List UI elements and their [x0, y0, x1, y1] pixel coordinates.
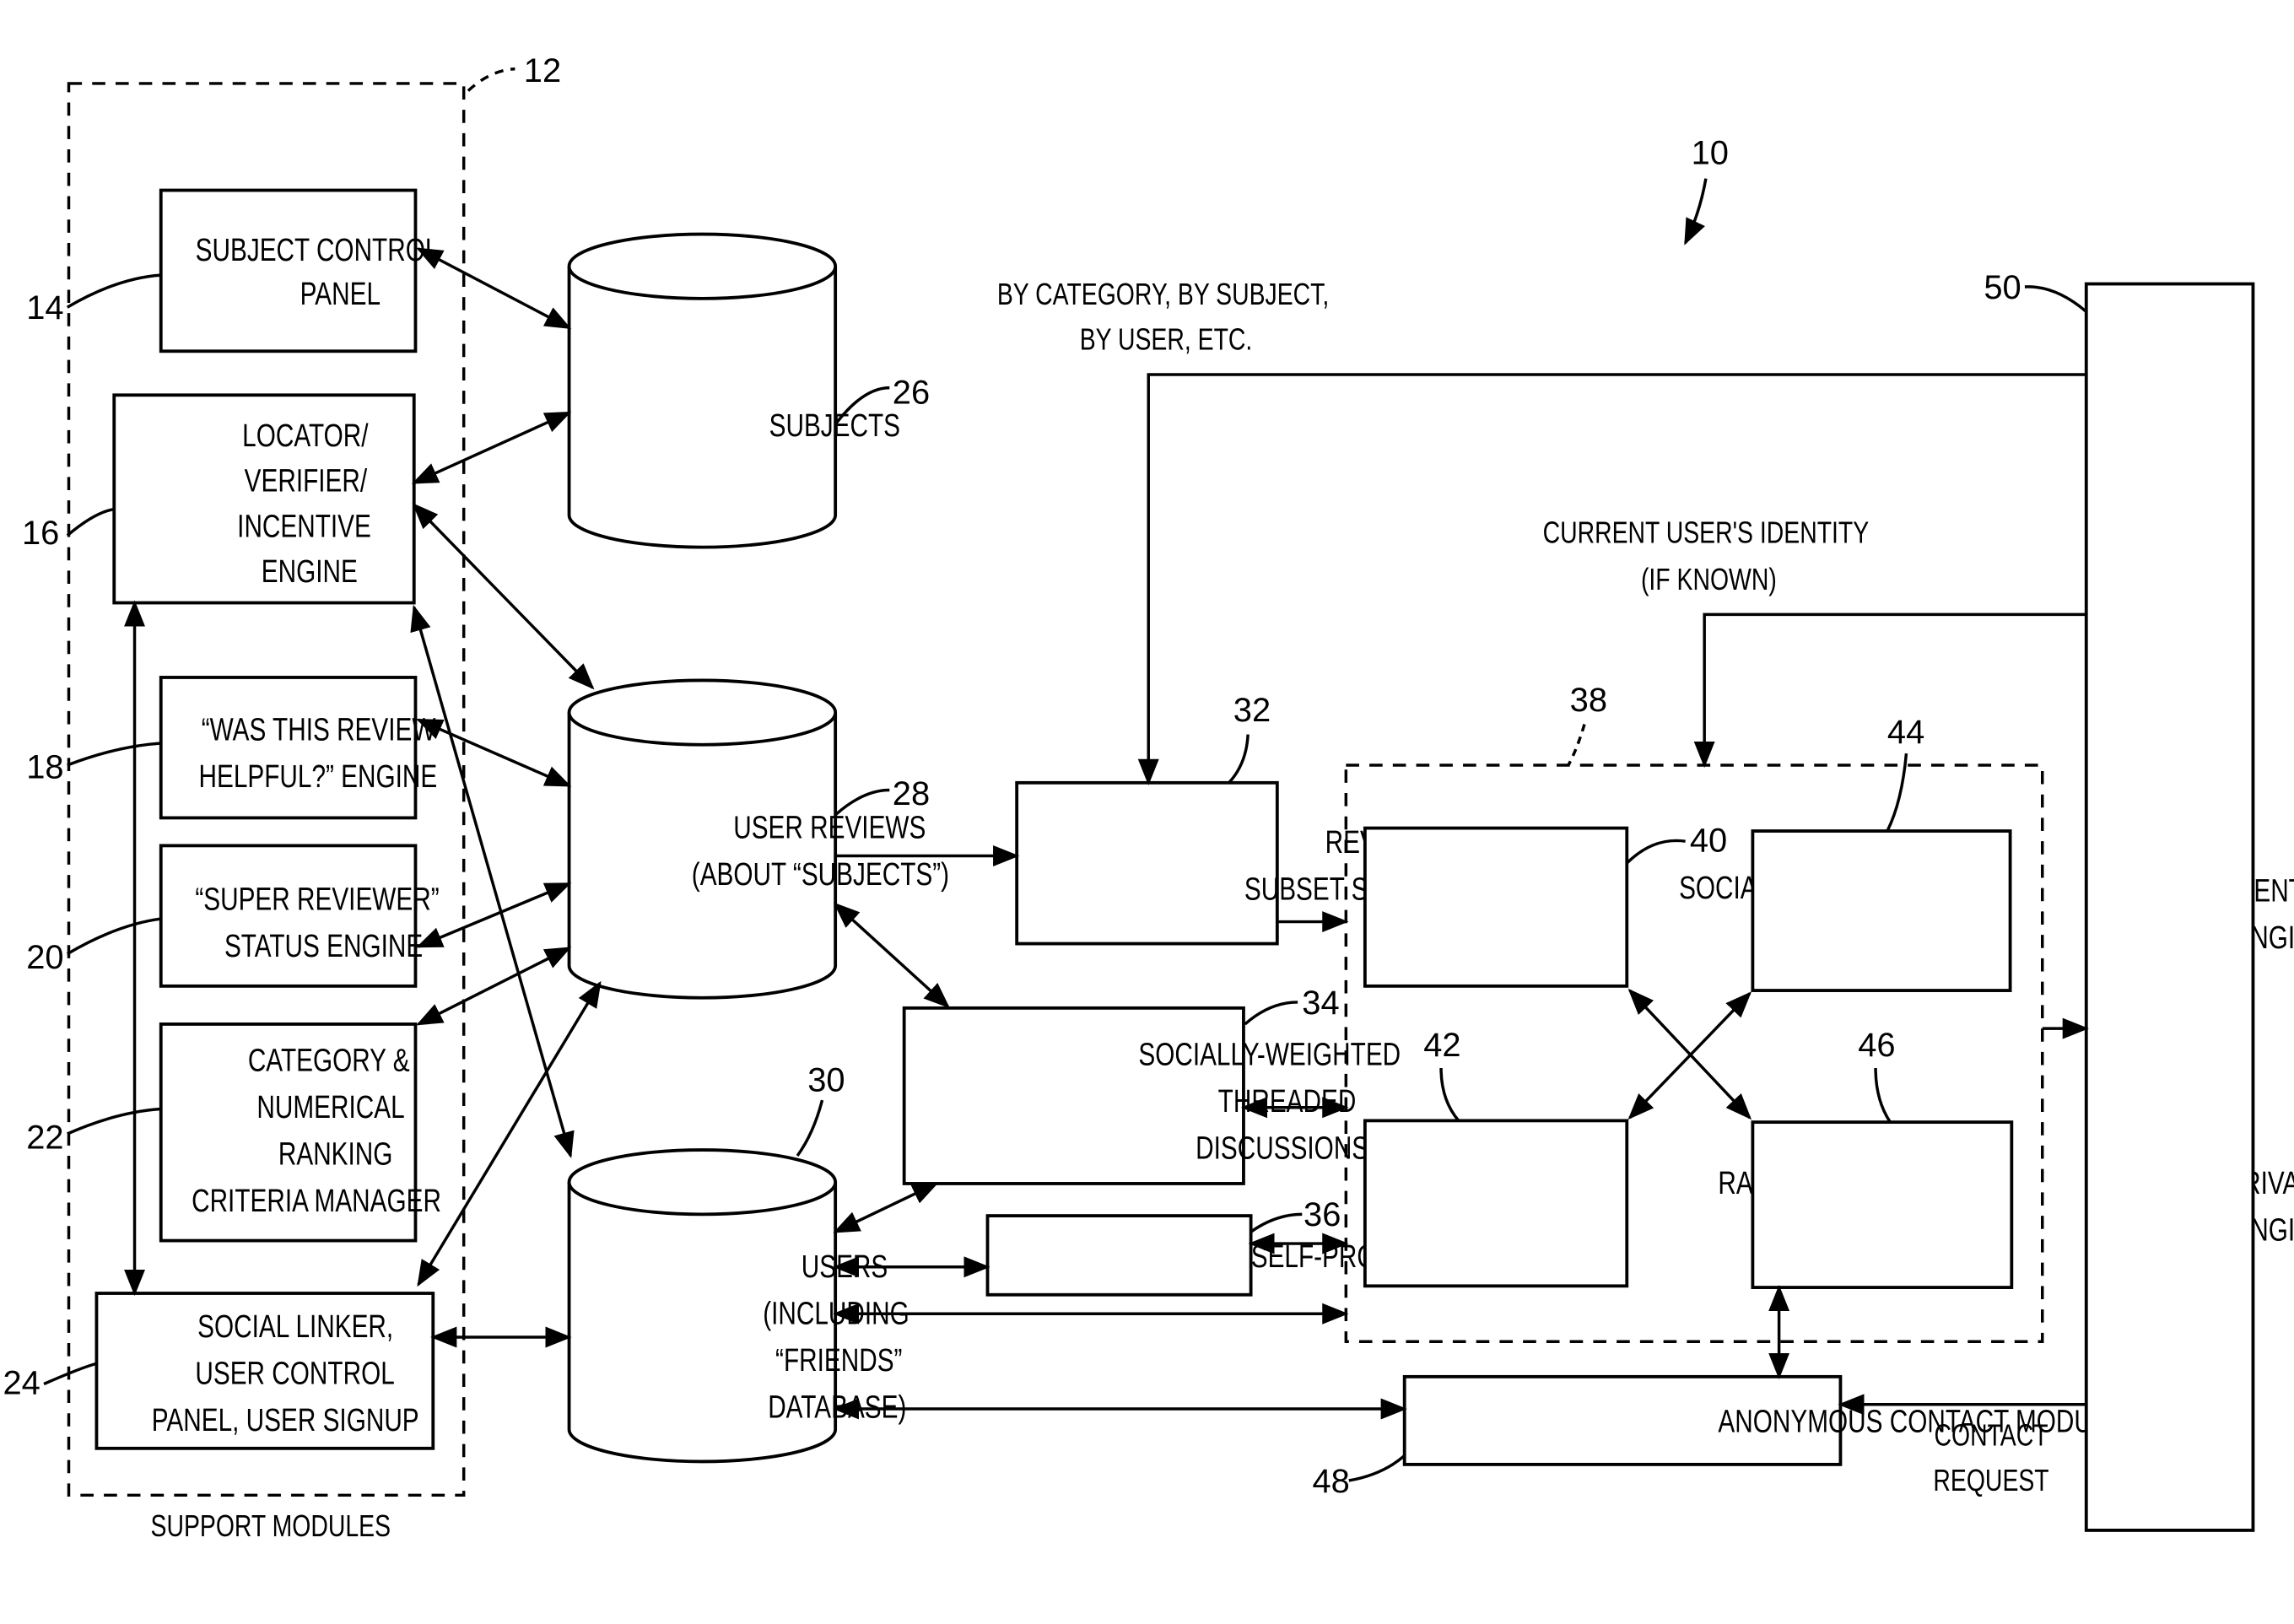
reviews-to-discussions [833, 902, 950, 1009]
svg-text:INCENTIVE: INCENTIVE [237, 509, 371, 544]
identity-note-line2: (IF KNOWN) [1641, 561, 1777, 596]
users-to-discussions [833, 1182, 939, 1233]
svg-text:LOCATOR/: LOCATOR/ [242, 418, 369, 454]
svg-text:HELPFUL?” ENGINE: HELPFUL?” ENGINE [199, 759, 438, 795]
ref-18: 18 [26, 749, 63, 786]
svg-text:“SUPER REVIEWER”: “SUPER REVIEWER” [195, 882, 439, 917]
ref-30: 30 [807, 1062, 845, 1099]
users-database: USERS (INCLUDING “FRIENDS” DATABASE) [567, 1148, 910, 1464]
support-modules-leader [467, 67, 515, 92]
ref-32: 32 [1233, 692, 1271, 729]
ref-28: 28 [893, 775, 930, 812]
svg-text:CRITERIA MANAGER: CRITERIA MANAGER [192, 1183, 441, 1218]
ref-22: 22 [26, 1119, 63, 1156]
filter-note-line1: BY CATEGORY, BY SUBJECT, [997, 276, 1329, 310]
contact-note-line1: CONTACT [1934, 1417, 2048, 1452]
svg-text:RANKING: RANKING [278, 1136, 393, 1172]
svg-text:(ABOUT “SUBJECTS”): (ABOUT “SUBJECTS”) [692, 857, 949, 893]
svg-text:SUBJECTS: SUBJECTS [769, 407, 900, 443]
user-reviews-database: USER REVIEWS (ABOUT “SUBJECTS”) [567, 678, 949, 1000]
ref-24: 24 [3, 1365, 40, 1402]
svg-text:THREADED: THREADED [1218, 1084, 1357, 1120]
svg-text:USER CONTROL: USER CONTROL [195, 1356, 394, 1391]
ref-50: 50 [1984, 269, 2021, 306]
svg-text:SOCIAL LINKER,: SOCIAL LINKER, [197, 1309, 393, 1345]
subject-control-panel: SUBJECT CONTROL PANEL [159, 188, 440, 353]
svg-text:USER REVIEWS: USER REVIEWS [733, 810, 926, 845]
social-linker-user-control-panel: SOCIAL LINKER, USER CONTROL PANEL, USER … [94, 1292, 435, 1450]
super-reviewer-status-engine: “SUPER REVIEWER” STATUS ENGINE [159, 844, 440, 988]
ref-16: 16 [22, 515, 59, 552]
socially-weighted-threaded-discussions: SOCIALLY-WEIGHTED THREADED DISCUSSIONS [902, 1006, 1401, 1185]
was-this-review-helpful-engine: “WAS THIS REVIEW HELPFUL?” ENGINE [159, 676, 438, 820]
svg-text:ENGINE: ENGINE [262, 554, 358, 590]
ref-38: 38 [1570, 682, 1607, 719]
subjects-database: SUBJECTS [567, 232, 900, 549]
svg-text:DATABASE): DATABASE) [768, 1389, 906, 1425]
svg-text:“FRIENDS”: “FRIENDS” [775, 1342, 902, 1378]
engine-interconnect-cross [1627, 988, 1752, 1120]
svg-text:PANEL: PANEL [300, 276, 381, 311]
ref-40: 40 [1690, 822, 1727, 859]
svg-text:NUMERICAL: NUMERICAL [256, 1089, 404, 1125]
svg-text:ANONYMOUS CONTACT MODULE: ANONYMOUS CONTACT MODULE [1718, 1404, 2123, 1439]
self-profile: SELF-PROFILE [985, 1214, 1429, 1297]
ref-42: 42 [1423, 1027, 1460, 1064]
ref-48: 48 [1312, 1463, 1349, 1500]
svg-text:“WAS THIS REVIEW: “WAS THIS REVIEW [202, 712, 436, 747]
locator-verifier-incentive-engine: LOCATOR/ VERIFIER/ INCENTIVE ENGINE [112, 393, 416, 605]
svg-text:STATUS ENGINE: STATUS ENGINE [224, 929, 423, 964]
ref-14: 14 [26, 289, 63, 326]
ref-34: 34 [1302, 985, 1339, 1022]
ref-36: 36 [1304, 1196, 1341, 1233]
svg-text:SUBJECT CONTROL: SUBJECT CONTROL [196, 232, 440, 267]
svg-text:SOCIALLY-WEIGHTED: SOCIALLY-WEIGHTED [1138, 1037, 1401, 1072]
category-numerical-ranking-criteria-manager: CATEGORY & NUMERICAL RANKING CRITERIA MA… [159, 1022, 441, 1243]
ref-46: 46 [1858, 1027, 1895, 1064]
svg-text:CATEGORY &: CATEGORY & [248, 1043, 410, 1078]
svg-text:DISCUSSIONS: DISCUSSIONS [1196, 1130, 1368, 1166]
support-modules-caption: SUPPORT MODULES [151, 1508, 391, 1542]
filter-note-line2: BY USER, ETC. [1080, 321, 1253, 356]
identity-note-line1: CURRENT USER'S IDENTITY [1543, 515, 1870, 549]
filter-criteria-line [1137, 373, 2086, 785]
svg-text:PANEL, USER SIGNUP: PANEL, USER SIGNUP [152, 1403, 419, 1438]
ref-26: 26 [893, 375, 930, 412]
ref-44: 44 [1887, 714, 1924, 751]
system-ref: 10 [1692, 134, 1729, 171]
system-ref-arrow [1684, 178, 1708, 245]
support-modules-ref: 12 [524, 52, 561, 89]
ref-20: 20 [26, 939, 63, 976]
contact-note-line2: REQUEST [1933, 1463, 2048, 1497]
svg-text:VERIFIER/: VERIFIER/ [245, 463, 368, 499]
system-diagram: 12 SUPPORT MODULES 10 SUBJECT CONTROL PA… [3, 52, 2294, 1542]
